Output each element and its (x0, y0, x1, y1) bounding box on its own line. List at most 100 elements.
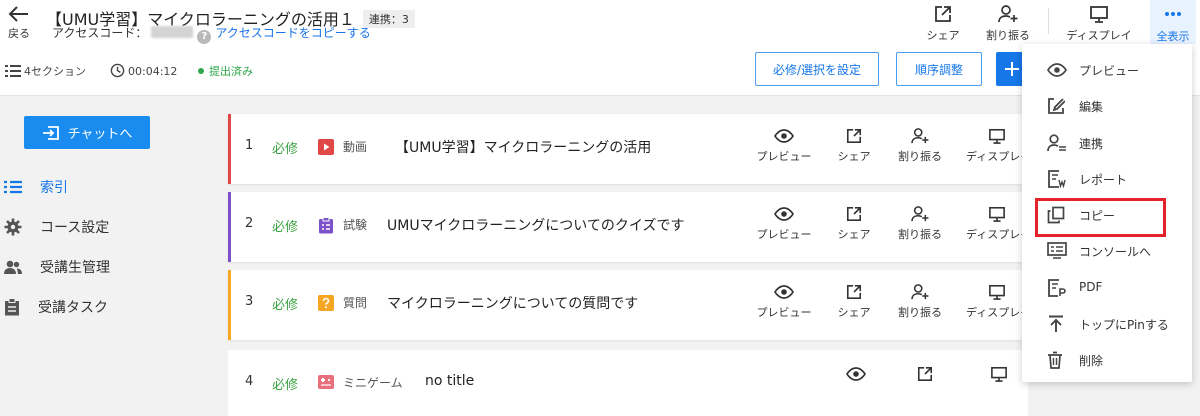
sidebar-item-label: 受講タスク (38, 300, 108, 316)
edit-icon (1048, 98, 1065, 114)
submission-status: 提出済み (198, 63, 253, 79)
eye-icon (774, 285, 794, 299)
clock-icon (110, 63, 125, 78)
row-preview-button[interactable]: プレビュー (756, 284, 812, 320)
menu-item-edit[interactable]: 編集 (1022, 90, 1192, 122)
row-preview-label: プレビュー (756, 228, 812, 241)
header-divider (1048, 8, 1049, 34)
assign-user-icon (911, 128, 929, 144)
header-assign-button[interactable]: 割り振る (984, 4, 1032, 43)
required-label: 必修 (272, 298, 299, 313)
row-share-button[interactable]: シェア (834, 284, 874, 320)
link-user-icon (1047, 134, 1066, 152)
section-type: ミニゲーム (343, 376, 403, 390)
sidebar: チャットへ 索引 コース設定 受講生管理 受講タスク (0, 97, 200, 416)
menu-item-pin-top[interactable]: トップにPinする (1022, 308, 1192, 340)
share-icon (846, 128, 862, 144)
eye-icon[interactable] (846, 366, 866, 382)
row-display-label: ディスプレイ (966, 306, 1028, 319)
menu-item-console[interactable]: コンソールへ (1022, 235, 1192, 267)
exam-icon (319, 217, 333, 234)
menu-item-preview[interactable]: プレビュー (1022, 54, 1192, 86)
header-share-button[interactable]: シェア (922, 4, 964, 43)
row-display-button[interactable]: ディスプレイ (966, 284, 1028, 320)
row-assign-button[interactable]: 割り振る (896, 206, 944, 242)
row-assign-label: 割り振る (898, 228, 942, 241)
section-number: 4 (245, 374, 254, 389)
share-icon (935, 6, 951, 22)
menu-item-delete[interactable]: 削除 (1022, 344, 1192, 376)
row-assign-button[interactable]: 割り振る (896, 128, 944, 164)
assign-user-icon (911, 206, 929, 222)
status-text: 提出済み (209, 65, 253, 78)
section-row[interactable]: 4 必修 ミニゲーム no title (228, 350, 1028, 416)
pin-top-icon (1049, 315, 1063, 332)
sidebar-item-index[interactable]: 索引 (4, 177, 68, 197)
back-label: 戻る (8, 27, 30, 40)
section-row[interactable]: 2 必修 試験 UMUマイクロラーニングについてのクイズです プレビュー シェア… (228, 192, 1028, 262)
section-type: 質問 (343, 296, 368, 310)
row-assign-label: 割り振る (898, 306, 942, 319)
list-icon (5, 65, 21, 77)
section-title[interactable]: マイクロラーニングについての質問です (387, 293, 638, 313)
menu-item-label: 編集 (1079, 100, 1104, 114)
share-icon (846, 284, 862, 300)
back-button[interactable]: 戻る (6, 4, 32, 41)
show-all-button[interactable]: 全表示 (1150, 0, 1196, 44)
copy-access-code-link[interactable]: アクセスコードをコピーする (215, 26, 370, 40)
monitor-icon (989, 128, 1005, 144)
section-row[interactable]: 1 必修 動画 【UMU学習】マイクロラーニングの活用 プレビュー シェア 割り… (228, 114, 1028, 184)
row-share-label: シェア (837, 228, 871, 241)
gear-icon (4, 218, 22, 236)
row-preview-button[interactable]: プレビュー (756, 128, 812, 164)
trash-icon (1048, 351, 1062, 369)
eye-icon (774, 207, 794, 221)
section-count-text: 4セクション (24, 65, 86, 78)
section-title[interactable]: UMUマイクロラーニングについてのクイズです (387, 215, 684, 235)
section-title[interactable]: 【UMU学習】マイクロラーニングの活用 (395, 137, 651, 157)
access-code-label: アクセスコード： (52, 26, 148, 40)
row-display-button[interactable]: ディスプレイ (966, 128, 1028, 164)
menu-item-label: PDF (1079, 280, 1103, 294)
monitor-icon (1090, 6, 1108, 23)
clipboard-icon (5, 298, 19, 316)
top-header: 戻る 【UMU学習】マイクロラーニングの活用１ 連携：3 アクセスコード：? アクセ… (0, 0, 1200, 96)
row-assign-button[interactable]: 割り振る (896, 284, 944, 320)
menu-item-report[interactable]: レポート (1022, 163, 1192, 195)
set-required-button[interactable]: 必修/選択を設定 (755, 52, 879, 86)
row-share-button[interactable]: シェア (834, 206, 874, 242)
menu-item-pdf[interactable]: PDF (1022, 272, 1192, 304)
menu-item-link[interactable]: 連携 (1022, 127, 1192, 159)
section-title[interactable]: no title (425, 373, 474, 389)
header-share-label: シェア (926, 29, 960, 42)
copy-highlight-box (1035, 198, 1166, 237)
menu-item-label: 削除 (1079, 354, 1104, 368)
menu-item-label: トップにPinする (1079, 318, 1169, 332)
section-row[interactable]: 3 必修 質問 マイクロラーニングについての質問です プレビュー シェア 割り振… (228, 270, 1028, 340)
section-number: 3 (245, 294, 254, 309)
assign-user-icon (998, 5, 1018, 23)
section-type: 試験 (343, 218, 368, 232)
row-share-button[interactable]: シェア (834, 128, 874, 164)
row-display-label: ディスプレイ (966, 150, 1028, 163)
sidebar-item-tasks[interactable]: 受講タスク (4, 297, 108, 317)
reorder-button[interactable]: 順序調整 (896, 52, 982, 86)
row-preview-button[interactable]: プレビュー (756, 206, 812, 242)
assign-user-icon (911, 284, 929, 300)
help-icon[interactable]: ? (197, 30, 212, 44)
sidebar-item-students[interactable]: 受講生管理 (4, 257, 110, 277)
row-display-label: ディスプレイ (966, 228, 1028, 241)
monitor-icon (989, 206, 1005, 222)
chat-button[interactable]: チャットへ (24, 116, 150, 149)
eye-icon (1047, 63, 1067, 77)
row-display-button[interactable]: ディスプレイ (966, 206, 1028, 242)
share-icon[interactable] (916, 366, 934, 382)
header-display-button[interactable]: ディスプレイ (1064, 4, 1134, 43)
section-type: 動画 (343, 140, 368, 154)
monitor-icon[interactable] (990, 366, 1008, 382)
header-assign-label: 割り振る (986, 29, 1030, 42)
sidebar-item-course-settings[interactable]: コース設定 (4, 217, 109, 237)
row-preview-label: プレビュー (756, 306, 812, 319)
section-color-bar (228, 192, 231, 262)
question-icon (318, 295, 334, 311)
